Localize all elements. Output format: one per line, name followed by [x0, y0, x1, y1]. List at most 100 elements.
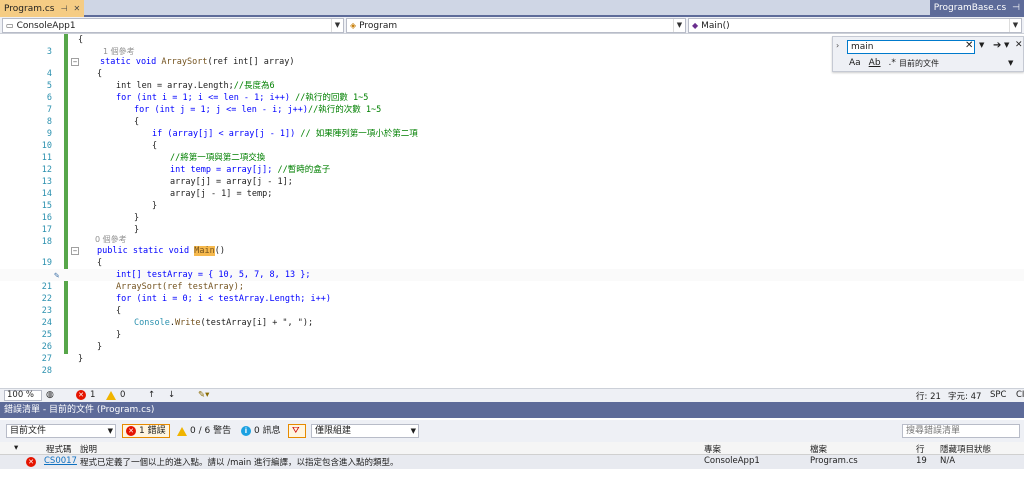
code-line: 7 for (int i = 1; i <= len - 1; i++) //執… [0, 92, 1024, 115]
code-line: 25 Console.Write(testArray[i] + ", "); [0, 317, 1024, 340]
column-header-file[interactable]: 檔案 [810, 443, 827, 455]
code-text: } [152, 201, 158, 211]
code-editor[interactable]: 3 { 1 個參考 4 − static void ArraySort(ref … [0, 34, 1024, 388]
member-dropdown[interactable]: ◆ Main() ▼ [688, 18, 1022, 33]
collapse-icon[interactable]: − [71, 247, 79, 255]
error-count[interactable]: ✕ 1 [76, 390, 95, 400]
reference-count[interactable]: 0 個參考 [95, 235, 127, 244]
error-list-search-input[interactable]: 搜尋錯誤清單 [902, 424, 1020, 438]
regex-button[interactable]: .* [889, 58, 896, 68]
code-text: } [116, 330, 122, 340]
column-header-project[interactable]: 專案 [704, 443, 721, 455]
code-text: if (array[j] < array[j - 1]) [152, 129, 296, 139]
chevron-down-icon[interactable]: ▼ [331, 19, 343, 32]
line-ending-indicator[interactable]: CI [1016, 390, 1024, 400]
toggle-replace-icon[interactable]: › [836, 41, 839, 50]
code-text: } [134, 213, 140, 223]
column-toggle-icon[interactable]: ▾ [14, 443, 18, 453]
errors-filter-label: 1 錯誤 [139, 426, 166, 436]
code-line: 14 array[j] = array[j - 1]; [0, 176, 1024, 199]
reference-count[interactable]: 1 個參考 [103, 47, 135, 56]
keyword: static void [100, 57, 157, 67]
code-text: for (int i = 1; i <= len - 1; i++) [116, 93, 290, 103]
close-icon[interactable]: ✕ [73, 4, 80, 13]
code-line: 19 − public static void Main() [0, 245, 1024, 268]
comment: // 如果陣列第一項小於第二項 [300, 129, 418, 139]
code-text: array[j] = array[j - 1]; [170, 177, 293, 187]
find-input[interactable]: main [847, 40, 975, 54]
zoom-dropdown[interactable]: 100 % [4, 390, 42, 401]
whitespace-indicator[interactable]: SPC [990, 390, 1006, 400]
code-text: (testArray[i] + ", "); [200, 318, 314, 328]
class-name: Program [359, 20, 398, 31]
code-line: 26 } [0, 329, 1024, 352]
column-header-suppression[interactable]: 隱藏項目狀態 [940, 443, 991, 455]
project-name: ConsoleApp1 [16, 20, 76, 31]
filter-icon: ⛛ [292, 426, 300, 436]
line-number: 28 [41, 366, 52, 376]
error-list-panel: 錯誤清單 - 目前的文件 (Program.cs) 目前文件 ▼ ✕ 1 錯誤 … [0, 402, 1024, 487]
column-header-code[interactable]: 程式碼 [46, 443, 72, 455]
code-line: 11 { [0, 140, 1024, 163]
pin-icon[interactable]: ⊣ [1012, 3, 1020, 13]
column-header-description[interactable]: 說明 [80, 443, 97, 455]
code-cleanup-brush-icon[interactable]: ✎▾ [198, 390, 209, 400]
line-indicator[interactable]: 行: 21 [916, 390, 941, 402]
warning-icon [106, 390, 116, 400]
class-dropdown[interactable]: ◈ Program ▼ [346, 18, 686, 33]
method-name: ArraySort [161, 57, 208, 67]
find-next-dropdown-icon[interactable]: ▼ [1004, 41, 1009, 49]
health-indicator-icon[interactable]: ◍ [46, 390, 54, 400]
error-list-toolbar: 目前文件 ▼ ✕ 1 錯誤 0 / 6 警告 i 0 訊息 ⛛ 僅限組建 ▼ 搜… [0, 420, 1024, 442]
errors-filter-button[interactable]: ✕ 1 錯誤 [122, 424, 170, 438]
code-text: { [134, 117, 140, 127]
filter-toggle-button[interactable]: ⛛ [288, 424, 306, 438]
error-code-link[interactable]: CS0017 [44, 456, 77, 466]
csharp-project-icon: ▭ [6, 21, 14, 30]
chevron-down-icon[interactable]: ▼ [1008, 59, 1013, 67]
tab-label: Program.cs [4, 3, 55, 14]
char-indicator[interactable]: 字元: 47 [948, 390, 981, 402]
keyword: public static void [97, 246, 190, 256]
scope-dropdown[interactable]: 目前文件 ▼ [6, 424, 116, 438]
code-text: { [97, 258, 103, 268]
editor-status-row: 100 % ◍ ✕ 1 0 ↑ ↓ ✎▾ 行: 21 字元: 47 SPC CI [0, 388, 1024, 402]
code-line: 17 } [0, 212, 1024, 235]
method-icon: ◆ [692, 21, 699, 30]
chevron-down-icon[interactable]: ▼ [1009, 19, 1021, 32]
code-text: { [78, 35, 84, 45]
find-next-icon[interactable]: ➔ [993, 40, 1001, 51]
code-line: 24 { [0, 305, 1024, 328]
search-history-dropdown-icon[interactable]: ▼ [979, 41, 984, 49]
document-tab-strip: Program.cs ⊣ ✕ ProgramBase.cs ⊣ [0, 0, 1024, 17]
search-scope-dropdown[interactable]: 目前的文件 [899, 58, 939, 69]
column-header-line[interactable]: 行 [916, 443, 925, 455]
chevron-down-icon[interactable]: ▼ [673, 19, 685, 32]
project-dropdown[interactable]: ▭ ConsoleApp1 ▼ [2, 18, 344, 33]
warning-count-value: 0 [120, 390, 126, 400]
tab-programbase-cs[interactable]: ProgramBase.cs ⊣ [929, 0, 1024, 15]
pin-icon[interactable]: ⊣ [60, 4, 67, 13]
tab-label: ProgramBase.cs [933, 2, 1007, 13]
error-file: Program.cs [810, 456, 858, 466]
code-text: () [214, 246, 225, 256]
previous-issue-icon[interactable]: ↑ [148, 390, 155, 400]
next-issue-icon[interactable]: ↓ [168, 390, 175, 400]
code-text: int temp = array[j]; [170, 165, 273, 175]
table-row[interactable]: ✕ CS0017 程式已定義了一個以上的進入點。請以 /main 進行編譯，以指… [0, 455, 1024, 469]
collapse-icon[interactable]: − [71, 58, 79, 66]
warnings-filter-button[interactable]: 0 / 6 警告 [174, 424, 234, 438]
code-line: 22 ArraySort(ref testArray); [0, 281, 1024, 304]
code-line: 12 //將第一項與第二項交換 [0, 152, 1024, 175]
whole-word-button[interactable]: Ab [869, 58, 881, 68]
build-filter-dropdown[interactable]: 僅限組建 ▼ [311, 424, 419, 438]
tab-program-cs[interactable]: Program.cs ⊣ ✕ [0, 0, 85, 17]
clear-search-icon[interactable]: ✕ [965, 40, 973, 51]
warning-count[interactable]: 0 [106, 390, 125, 400]
comment: //長度為6 [233, 81, 275, 91]
messages-filter-button[interactable]: i 0 訊息 [238, 424, 284, 438]
code-text: { [152, 141, 158, 151]
code-text: ArraySort(ref testArray); [116, 282, 244, 292]
match-case-button[interactable]: Aa [849, 58, 861, 68]
close-icon[interactable]: ✕ [1015, 40, 1023, 50]
